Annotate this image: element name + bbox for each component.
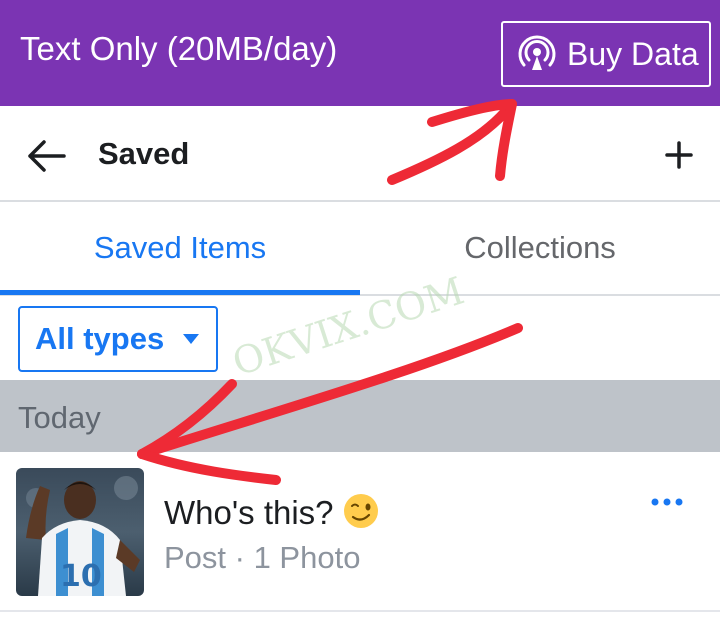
tab-saved-items[interactable]: Saved Items [0,202,360,294]
saved-item[interactable]: 10 Who's this? Post · 1 Photo [0,452,720,612]
buy-data-button[interactable]: Buy Data [501,21,711,87]
arrow-left-icon[interactable] [24,134,68,178]
app-header: Saved [0,106,720,202]
page-title: Saved [98,136,190,171]
data-plan-bar: Text Only (20MB/day) Buy Data [0,0,720,106]
type-filter-label: All types [35,321,165,356]
buy-data-label: Buy Data [567,35,699,72]
saved-item-title-text: Who's this? [164,494,334,531]
more-horizontal-icon[interactable] [650,496,684,508]
filter-row: All types [0,296,720,380]
type-filter-dropdown[interactable]: All types [18,306,218,372]
saved-item-thumbnail[interactable]: 10 [16,468,144,596]
saved-item-title: Who's this? [164,492,380,532]
player-photo: 10 [16,468,144,596]
plus-icon[interactable] [662,138,696,172]
broadcast-icon [518,35,556,70]
svg-text:10: 10 [60,559,102,594]
tab-bar: Saved Items Collections [0,202,720,296]
section-label: Today [18,400,101,435]
data-plan-label: Text Only (20MB/day) [20,30,338,67]
saved-item-subtitle: Post · 1 Photo [164,540,361,575]
tab-collections[interactable]: Collections [360,202,720,294]
winking-face-emoji [343,494,378,528]
section-header: Today [0,380,720,452]
active-tab-indicator [0,290,360,295]
caret-down-icon [183,334,200,344]
